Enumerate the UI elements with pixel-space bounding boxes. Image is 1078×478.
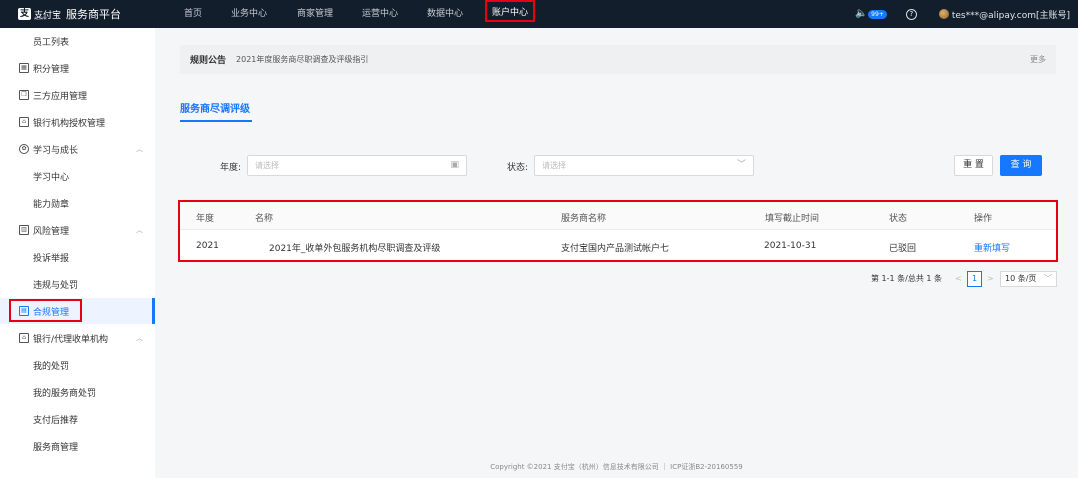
learning-icon: ✿ bbox=[19, 144, 29, 154]
sidebar-group-acquiring[interactable]: ⌂ 银行/代理收单机构 ︿ bbox=[0, 325, 155, 351]
pagination-total: 第 1-1 条/总共 1 条 bbox=[871, 274, 943, 283]
highlight-box-table bbox=[178, 200, 1058, 262]
sidebar-item-label: 服务商管理 bbox=[33, 442, 79, 453]
nav-item-data[interactable]: 数据中心 bbox=[427, 0, 463, 28]
speaker-icon[interactable]: 🔈 bbox=[855, 8, 867, 20]
nav-item-merchants[interactable]: 商家管理 bbox=[297, 0, 333, 28]
sidebar: 员工列表 ▦ 积分管理 ❐ 三方应用管理 ⌂ 银行机构授权管理 ✿ 学习与成长 … bbox=[0, 28, 155, 478]
sidebar-group-risk[interactable]: ▥ 风险管理 ︿ bbox=[0, 217, 155, 243]
avatar[interactable] bbox=[938, 9, 949, 19]
account-name[interactable]: tes***@alipay.com[主账号] bbox=[952, 8, 1070, 21]
sidebar-item-post-payment[interactable]: 支付后推荐 bbox=[0, 406, 155, 432]
sidebar-item-my-penalties[interactable]: 我的处罚 bbox=[0, 352, 155, 378]
sidebar-item-label: 支付后推荐 bbox=[33, 415, 79, 426]
highlight-box-compliance bbox=[9, 299, 82, 322]
status-label: 状态: bbox=[507, 163, 529, 173]
sidebar-item-label: 学习与成长 bbox=[33, 145, 79, 156]
rule-notice-bar: 规则公告 2021年度服务商尽职调查及评级指引 更多 bbox=[180, 45, 1056, 74]
calendar-icon: ▣ bbox=[450, 160, 459, 170]
sidebar-item-label: 我的处罚 bbox=[33, 361, 70, 372]
sidebar-item-label: 银行/代理收单机构 bbox=[33, 334, 109, 345]
sidebar-item-provider-management[interactable]: 服务商管理 bbox=[0, 433, 155, 459]
tab-active-indicator bbox=[180, 120, 252, 122]
chevron-up-icon: ︿ bbox=[136, 226, 143, 234]
more-link[interactable]: 更多 bbox=[1030, 54, 1046, 65]
sidebar-item-ability-badges[interactable]: 能力勋章 bbox=[0, 190, 155, 216]
help-icon[interactable]: ? bbox=[905, 8, 917, 20]
reset-button[interactable]: 重 置 bbox=[954, 155, 993, 176]
query-button[interactable]: 查 询 bbox=[1000, 155, 1042, 176]
year-picker[interactable]: 请选择 ▣ bbox=[247, 155, 467, 176]
sidebar-item-label: 风险管理 bbox=[33, 226, 70, 237]
sidebar-item-complaints[interactable]: 投诉举报 bbox=[0, 244, 155, 270]
sidebar-item-label: 违规与处罚 bbox=[33, 280, 79, 291]
sidebar-group-learning[interactable]: ✿ 学习与成长 ︿ bbox=[0, 136, 155, 162]
page-size-select[interactable]: 10 条/页 ﹀ bbox=[1000, 271, 1057, 287]
chevron-up-icon: ︿ bbox=[136, 145, 143, 153]
sidebar-item-violations[interactable]: 违规与处罚 bbox=[0, 271, 155, 297]
platform-title: 服务商平台 bbox=[66, 8, 121, 21]
sidebar-item-label: 能力勋章 bbox=[33, 199, 70, 210]
page-size-value: 10 条/页 bbox=[1005, 274, 1037, 283]
top-navigation-bar: 支 支付宝 ALIPAY 服务商平台 首页 业务中心 商家管理 运营中心 数据中… bbox=[0, 0, 1078, 28]
year-label: 年度: bbox=[220, 163, 242, 173]
bank-icon: ⌂ bbox=[19, 117, 29, 127]
alipay-logo-icon: 支 bbox=[18, 8, 31, 20]
nav-item-account-center[interactable]: 账户中心 bbox=[485, 0, 536, 22]
points-icon: ▦ bbox=[19, 63, 29, 73]
sidebar-item-label: 三方应用管理 bbox=[33, 91, 88, 102]
sidebar-item-learning-center[interactable]: 学习中心 bbox=[0, 163, 155, 189]
topbar-utilities: 🔈 99+ ? tes***@alipay.com[主账号] bbox=[855, 0, 1070, 28]
sidebar-item-label: 学习中心 bbox=[33, 172, 70, 183]
sidebar-item-label: 我的服务商处罚 bbox=[33, 388, 97, 399]
status-select[interactable]: 请选择 ﹀ bbox=[534, 155, 754, 176]
prev-page-button[interactable]: < bbox=[955, 271, 962, 287]
next-page-button[interactable]: > bbox=[987, 271, 994, 287]
logo-subtext: ALIPAY bbox=[34, 16, 48, 21]
sidebar-item-bank-authorization[interactable]: ⌂ 银行机构授权管理 bbox=[0, 109, 155, 135]
nav-item-operations[interactable]: 运营中心 bbox=[362, 0, 398, 28]
notification-badge[interactable]: 99+ bbox=[868, 9, 887, 19]
sidebar-item-provider-penalties[interactable]: 我的服务商处罚 bbox=[0, 379, 155, 405]
notice-title: 规则公告 bbox=[190, 56, 227, 66]
risk-icon: ▥ bbox=[19, 225, 29, 235]
tab-provider-rating[interactable]: 服务商尽调评级 bbox=[180, 100, 250, 115]
apps-icon: ❐ bbox=[19, 90, 29, 100]
page-number-1[interactable]: 1 bbox=[967, 271, 982, 287]
sidebar-item-label: 积分管理 bbox=[33, 64, 70, 75]
sidebar-item-third-party-apps[interactable]: ❐ 三方应用管理 bbox=[0, 82, 155, 108]
sidebar-item-label: 员工列表 bbox=[33, 37, 70, 48]
notice-link[interactable]: 2021年度服务商尽职调查及评级指引 bbox=[236, 54, 368, 65]
nav-item-business[interactable]: 业务中心 bbox=[231, 0, 267, 28]
sidebar-item-points[interactable]: ▦ 积分管理 bbox=[0, 55, 155, 81]
sidebar-item-label: 投诉举报 bbox=[33, 253, 70, 264]
chevron-up-icon: ︿ bbox=[136, 334, 143, 342]
sidebar-item-label: 银行机构授权管理 bbox=[33, 118, 106, 129]
nav-item-home[interactable]: 首页 bbox=[184, 0, 202, 28]
bank-icon: ⌂ bbox=[19, 333, 29, 343]
chevron-down-icon: ﹀ bbox=[736, 160, 746, 170]
sidebar-item-staff-list[interactable]: 员工列表 bbox=[0, 28, 155, 54]
year-placeholder: 请选择 bbox=[255, 161, 279, 170]
status-placeholder: 请选择 bbox=[542, 161, 566, 170]
chevron-down-icon: ﹀ bbox=[1044, 274, 1052, 283]
footer-copyright: Copyright ©2021 支付宝（杭州）信息技术有限公司 ｜ ICP证浙B… bbox=[490, 463, 743, 471]
